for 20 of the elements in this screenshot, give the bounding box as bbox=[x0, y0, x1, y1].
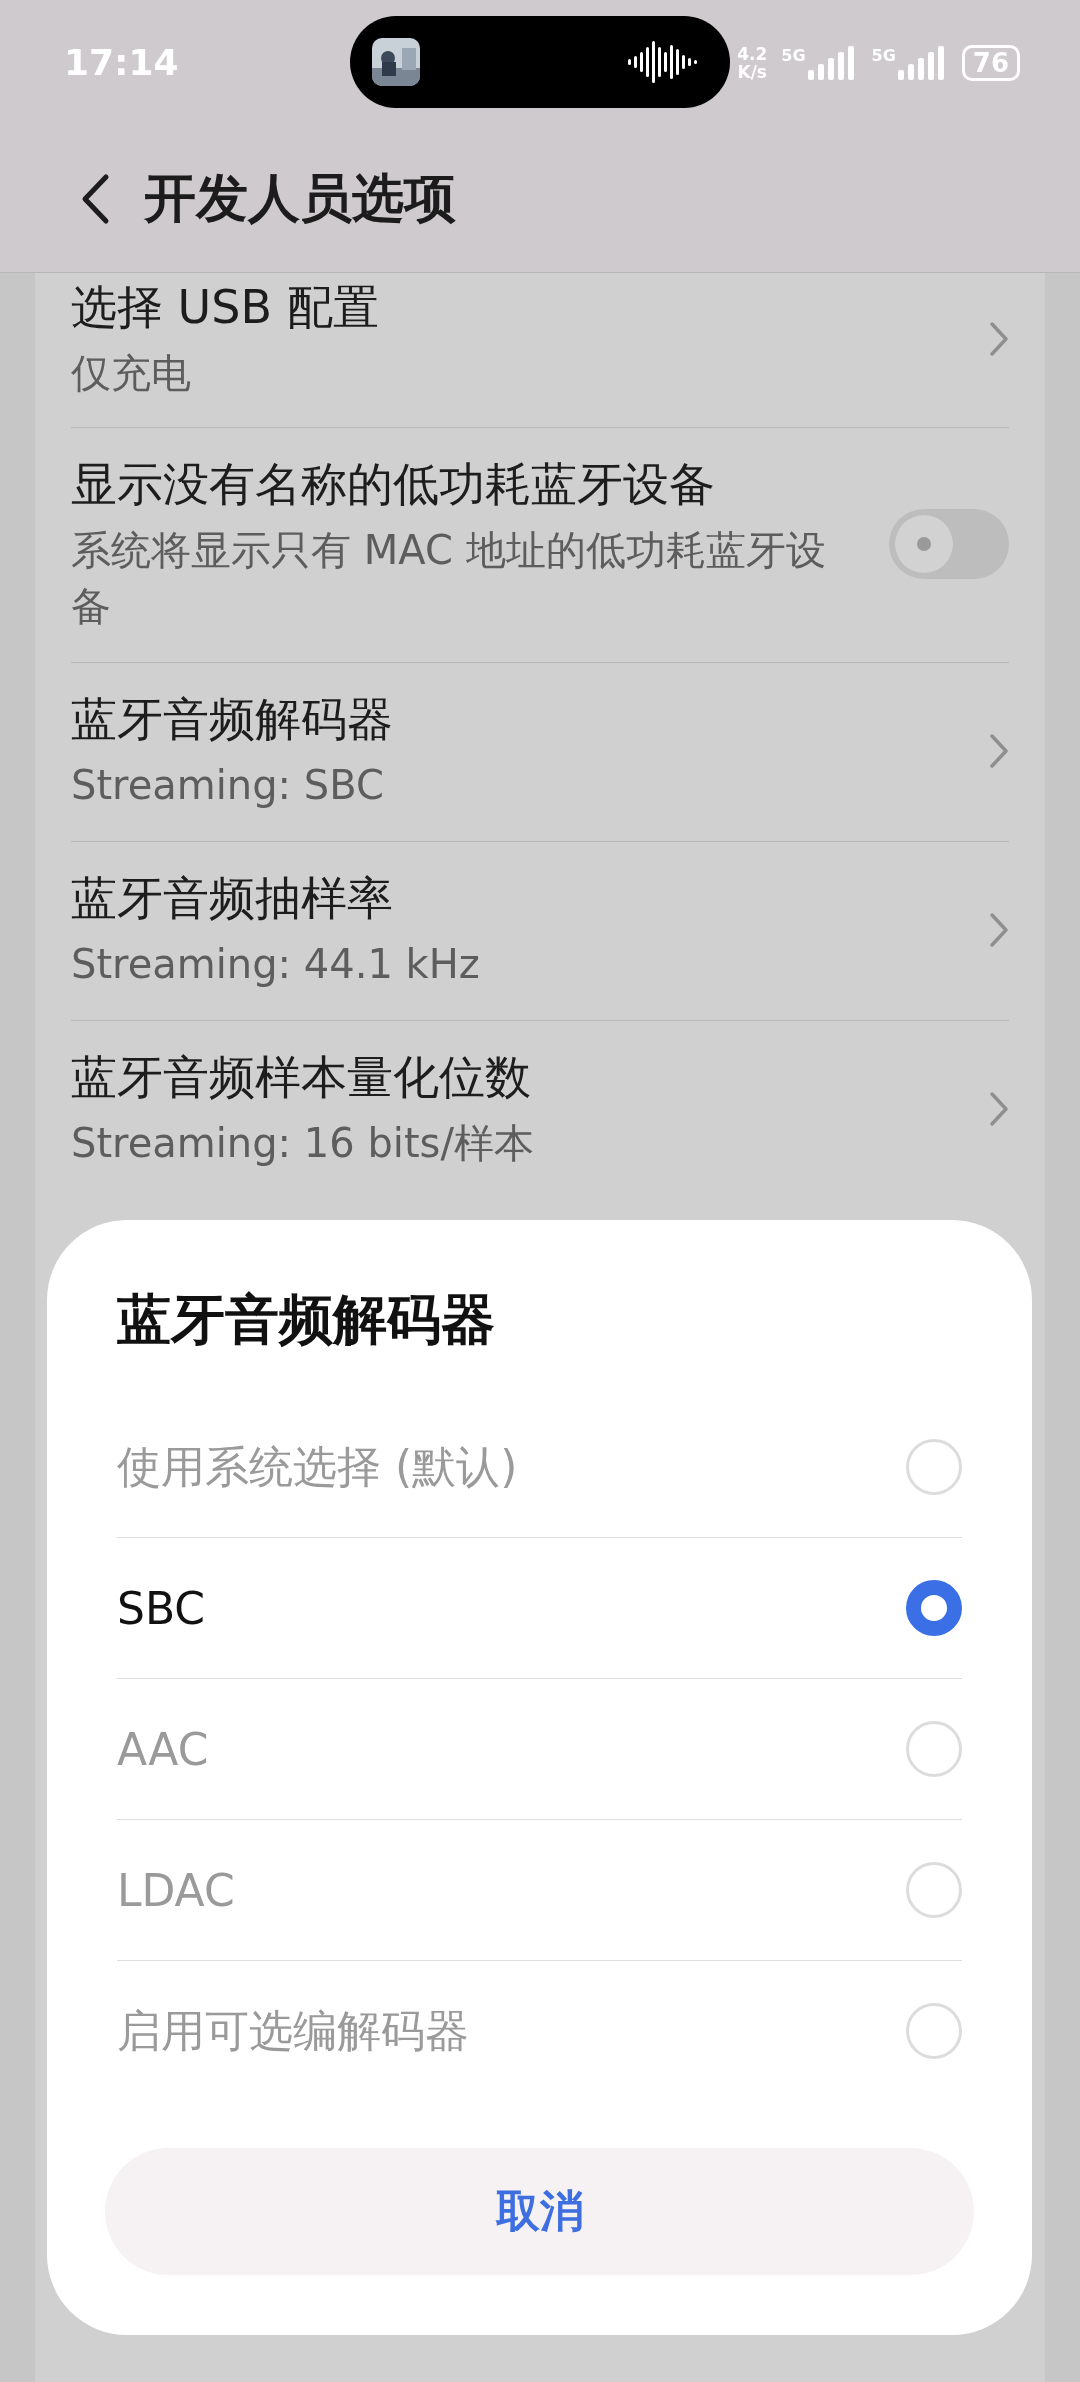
setting-title[interactable]: 显示没有名称的低功耗蓝牙设备 bbox=[71, 454, 849, 516]
setting-value: Streaming: 44.1 kHz bbox=[71, 940, 481, 989]
setting-value: 仅充电 bbox=[71, 349, 192, 398]
chevron-right-icon bbox=[989, 1091, 1009, 1127]
dialog-title: 蓝牙音频解码器 bbox=[117, 1287, 496, 1353]
setting-value: Streaming: SBC bbox=[71, 761, 385, 810]
setting-title[interactable]: 蓝牙音频样本量化位数 bbox=[71, 1047, 949, 1109]
setting-title[interactable]: 蓝牙音频解码器 bbox=[71, 689, 949, 751]
setting-value: 系统将显示只有 MAC 地址的低功耗蓝牙设备 bbox=[71, 526, 827, 631]
chevron-right-icon bbox=[989, 912, 1009, 948]
option-label[interactable]: SBC bbox=[117, 1582, 906, 1634]
radio-button[interactable] bbox=[906, 1580, 962, 1636]
chevron-right-icon bbox=[989, 321, 1009, 357]
page-title: 开发人员选项 bbox=[144, 166, 456, 230]
setting-value: Streaming: 16 bits/样本 bbox=[71, 1119, 535, 1168]
setting-title[interactable]: 选择 USB 配置 bbox=[71, 277, 949, 339]
chevron-right-icon bbox=[989, 733, 1009, 769]
cancel-button[interactable]: 取消 bbox=[105, 2148, 974, 2275]
setting-title[interactable]: 蓝牙音频抽样率 bbox=[71, 868, 949, 930]
back-button[interactable] bbox=[80, 172, 110, 225]
